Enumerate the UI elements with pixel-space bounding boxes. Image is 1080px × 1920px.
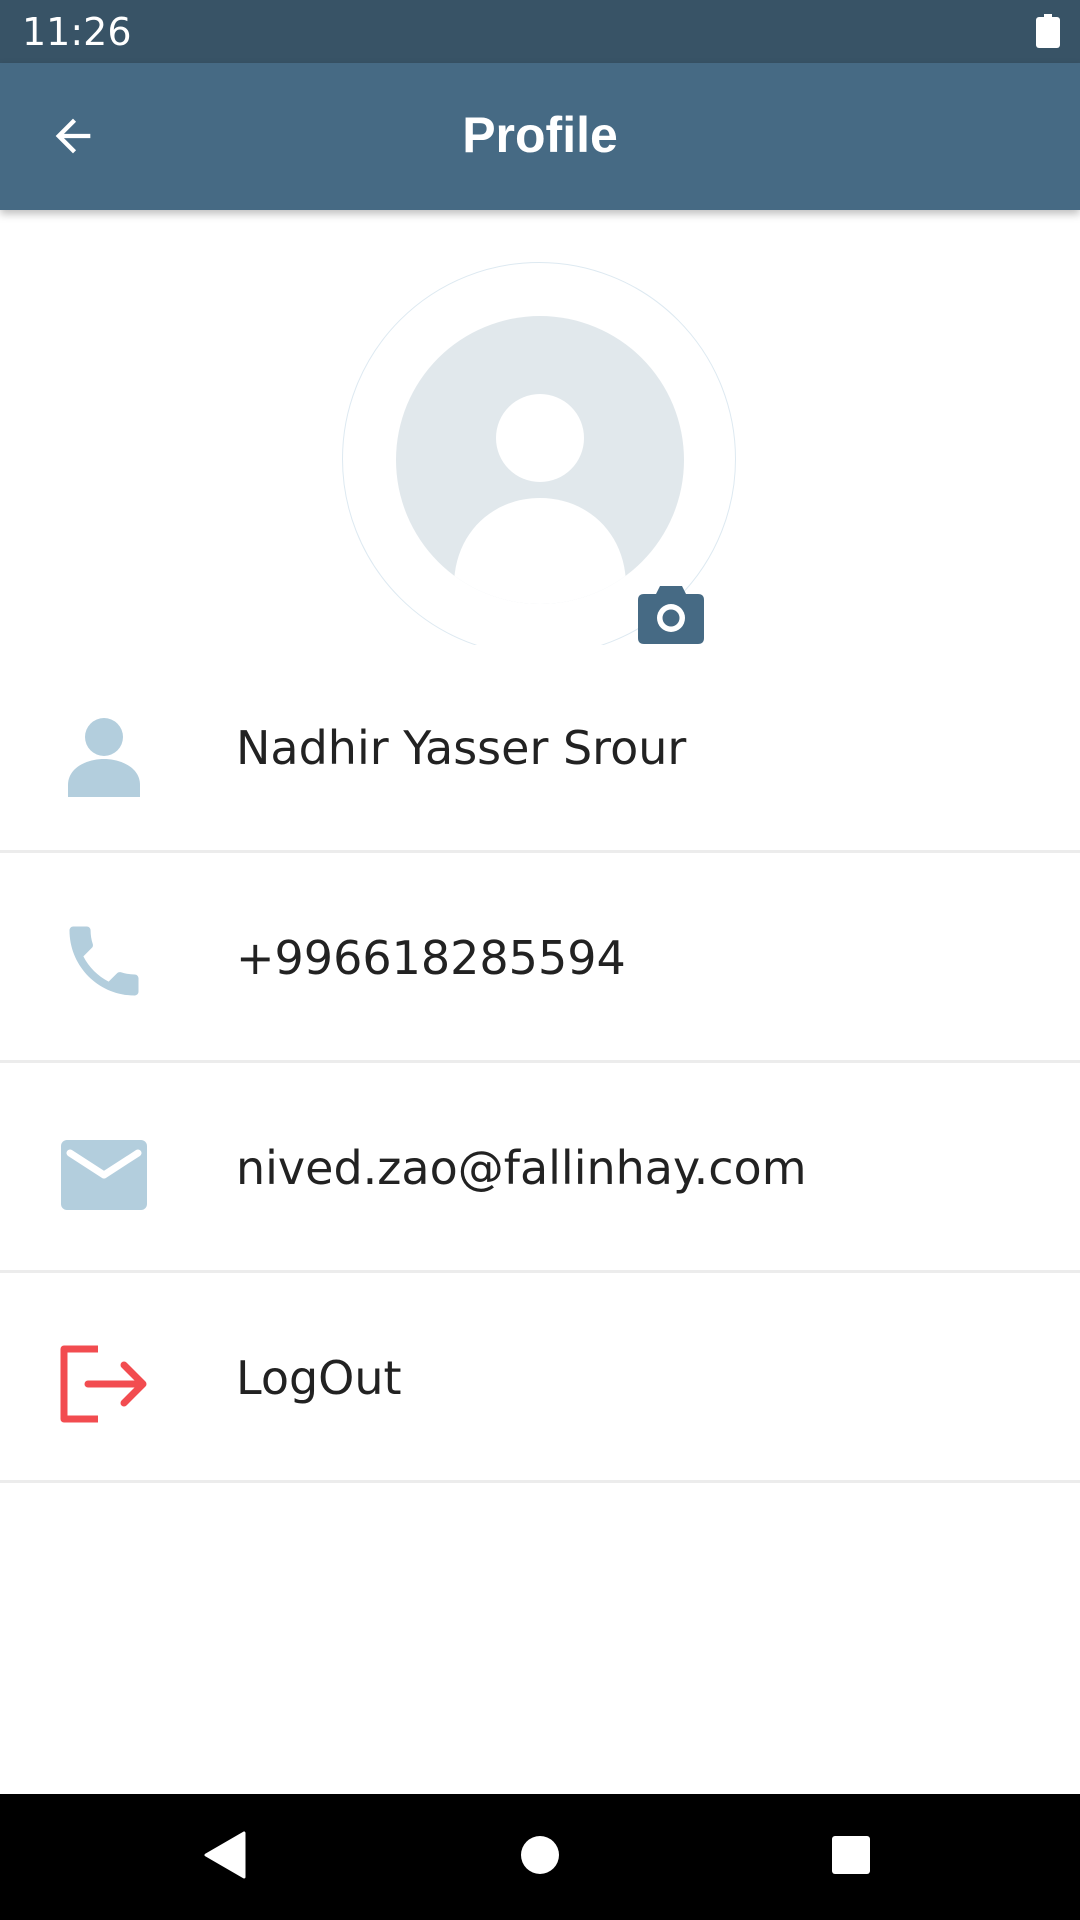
nav-home-icon (518, 1833, 562, 1882)
battery-full-icon (1036, 14, 1060, 48)
change-photo-button[interactable] (638, 584, 704, 644)
person-icon (58, 705, 150, 797)
profile-name: Nadhir Yasser Srour (236, 720, 687, 775)
profile-email: nived.zao@fallinhay.com (236, 1140, 807, 1195)
nav-back-icon (202, 1831, 248, 1884)
profile-name-row[interactable]: Nadhir Yasser Srour (0, 645, 1080, 853)
email-icon (58, 1125, 150, 1217)
profile-email-row[interactable]: nived.zao@fallinhay.com (0, 1065, 1080, 1273)
system-nav-bar (0, 1794, 1080, 1920)
page-title: Profile (462, 107, 618, 163)
profile-phone: +996618285594 (236, 930, 626, 985)
logout-label: LogOut (236, 1350, 402, 1405)
app-bar: Profile (0, 63, 1080, 210)
person-placeholder-icon (396, 316, 684, 604)
nav-back-button[interactable] (192, 1824, 258, 1890)
phone-icon (58, 915, 150, 1007)
profile-phone-row[interactable]: +996618285594 (0, 855, 1080, 1063)
logout-icon (58, 1335, 150, 1427)
nav-recents-icon (830, 1834, 872, 1881)
logout-row[interactable]: LogOut (0, 1275, 1080, 1483)
status-bar: 11:26 (0, 0, 1080, 63)
nav-home-button[interactable] (507, 1824, 573, 1890)
status-time: 11:26 (22, 10, 132, 54)
nav-recents-button[interactable] (818, 1824, 884, 1890)
